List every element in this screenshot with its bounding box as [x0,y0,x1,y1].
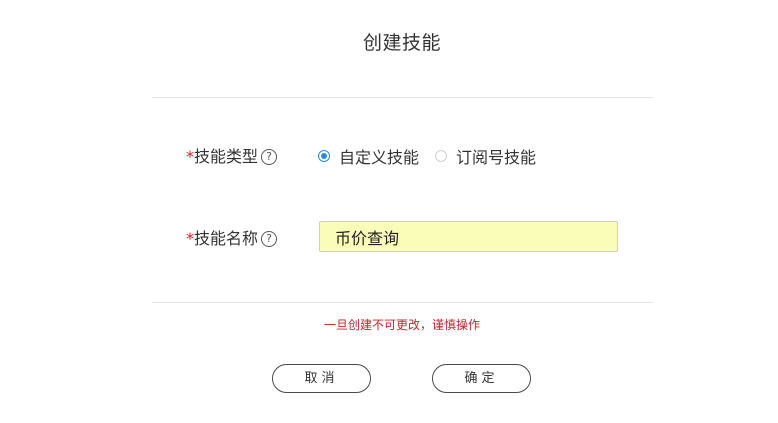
radio-option-custom-skill[interactable]: 自定义技能 [318,144,419,168]
required-mark: * [186,229,194,248]
radio-label-subscription-skill[interactable]: 订阅号技能 [456,144,536,168]
help-circle-icon[interactable]: ? [261,231,278,247]
skill-name-label: *技能名称? [186,225,278,249]
skill-type-label-text: 技能类型 [194,147,259,166]
confirm-button[interactable]: 确定 [432,364,531,393]
radio-option-subscription-skill[interactable]: 订阅号技能 [435,144,536,168]
cancel-button[interactable]: 取消 [272,364,371,393]
radio-checked-icon[interactable] [318,150,330,162]
top-divider [152,97,653,98]
skill-name-label-text: 技能名称 [194,229,259,248]
skill-name-input[interactable] [319,221,618,252]
warning-text: 一旦创建不可更改，谨慎操作 [323,318,480,332]
dialog-title: 创建技能 [362,32,441,54]
skill-type-label: *技能类型? [186,143,278,167]
skill-type-row: *技能类型? 自定义技能 订阅号技能 [0,139,778,171]
bottom-divider [152,302,653,303]
skill-name-row: *技能名称? [0,221,778,253]
radio-label-custom-skill[interactable]: 自定义技能 [339,144,419,168]
create-skill-dialog: 创建技能 *技能类型? 自定义技能 订阅号技能 *技能名称? 一旦创建不可更改，… [0,0,778,423]
radio-unchecked-icon[interactable] [435,150,448,162]
help-circle-icon[interactable]: ? [261,149,278,165]
required-mark: * [186,147,194,166]
skill-type-radio-group: 自定义技能 订阅号技能 [318,144,552,168]
